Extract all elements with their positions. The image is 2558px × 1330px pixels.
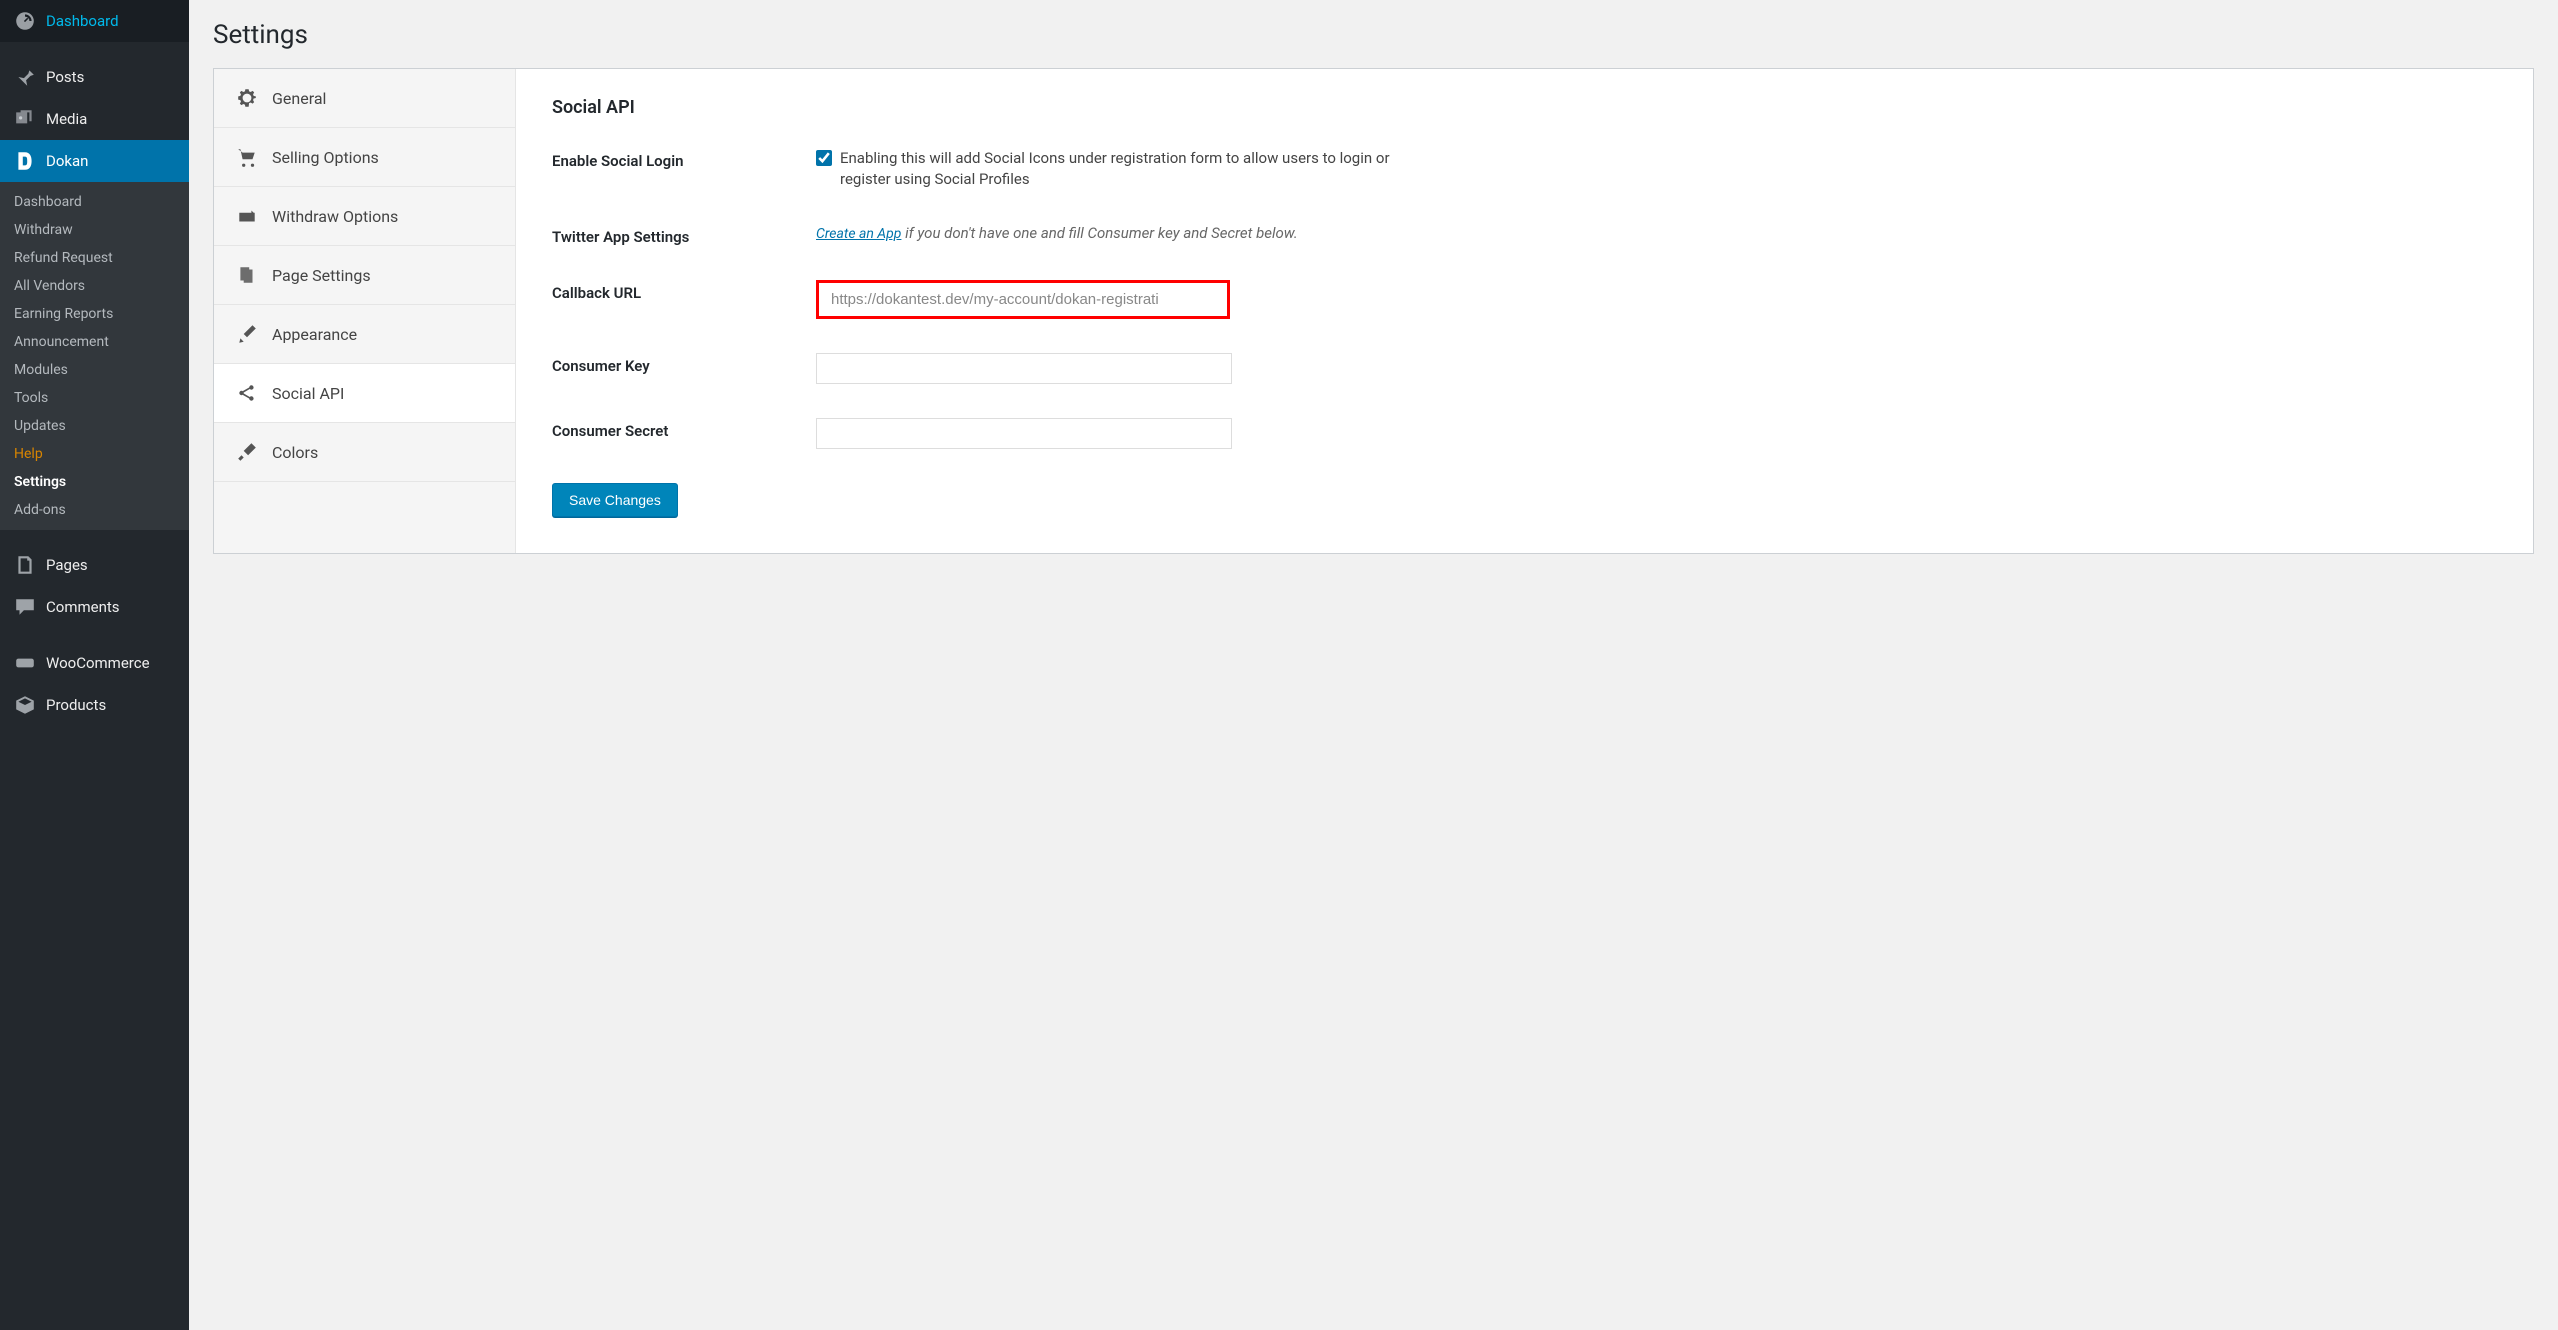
sidebar-item-comments[interactable]: Comments [0, 586, 189, 628]
share-icon [236, 382, 258, 404]
gear-icon [236, 87, 258, 109]
submenu-item-updates[interactable]: Updates [0, 412, 189, 440]
field-twitter-settings: Twitter App Settings Create an App if yo… [552, 224, 2497, 246]
sidebar-item-media[interactable]: Media [0, 98, 189, 140]
tab-label: Selling Options [272, 148, 379, 167]
sidebar-item-label: Comments [46, 598, 120, 616]
woocommerce-icon [14, 652, 36, 674]
sidebar-item-label: Dokan [46, 152, 88, 170]
tab-social[interactable]: Social API [214, 364, 515, 423]
twitter-hint: if you don't have one and fill Consumer … [901, 224, 1297, 242]
settings-tabs: General Selling Options Withdraw Options… [214, 69, 516, 553]
sidebar-item-label: Pages [46, 556, 88, 574]
tab-selling[interactable]: Selling Options [214, 128, 515, 187]
submenu-item-withdraw[interactable]: Withdraw [0, 216, 189, 244]
dokan-submenu: Dashboard Withdraw Refund Request All Ve… [0, 182, 189, 530]
settings-panel: Social API Enable Social Login Enabling … [516, 69, 2533, 553]
tab-appearance[interactable]: Appearance [214, 305, 515, 364]
tab-label: Appearance [272, 325, 357, 344]
tab-page[interactable]: Page Settings [214, 246, 515, 305]
tab-colors[interactable]: Colors [214, 423, 515, 482]
panel-title: Social API [552, 97, 2497, 118]
submenu-item-modules[interactable]: Modules [0, 356, 189, 384]
consumer-secret-input[interactable] [816, 418, 1232, 449]
sidebar-item-label: Posts [46, 68, 84, 86]
field-consumer-key: Consumer Key [552, 353, 2497, 384]
enable-social-checkbox[interactable] [816, 150, 832, 166]
callback-highlight [816, 280, 1230, 319]
field-label: Twitter App Settings [552, 224, 816, 246]
settings-container: General Selling Options Withdraw Options… [213, 68, 2534, 554]
field-label: Callback URL [552, 280, 816, 302]
sidebar-item-dashboard[interactable]: Dashboard [0, 0, 189, 42]
brush-icon [236, 323, 258, 345]
tab-label: Withdraw Options [272, 207, 398, 226]
field-enable-social: Enable Social Login Enabling this will a… [552, 148, 2497, 190]
submenu-item-tools[interactable]: Tools [0, 384, 189, 412]
media-icon [14, 108, 36, 130]
page-icon [14, 554, 36, 576]
submenu-item-addons[interactable]: Add-ons [0, 496, 189, 524]
sidebar-item-label: WooCommerce [46, 654, 150, 672]
box-icon [14, 694, 36, 716]
field-label: Consumer Key [552, 353, 816, 375]
field-consumer-secret: Consumer Secret [552, 418, 2497, 449]
comment-icon [14, 596, 36, 618]
enable-social-checkbox-label[interactable]: Enabling this will add Social Icons unde… [816, 148, 2497, 190]
enable-social-description: Enabling this will add Social Icons unde… [840, 148, 1440, 190]
submenu-item-settings[interactable]: Settings [0, 468, 189, 496]
tab-label: Colors [272, 443, 318, 462]
sidebar-item-dokan[interactable]: Dokan [0, 140, 189, 182]
page-title: Settings [213, 20, 2534, 50]
callback-url-input[interactable] [821, 285, 1225, 314]
pin-icon [14, 66, 36, 88]
sidebar-item-label: Dashboard [46, 12, 119, 30]
submenu-item-dashboard[interactable]: Dashboard [0, 188, 189, 216]
cart-icon [236, 146, 258, 168]
submenu-item-vendors[interactable]: All Vendors [0, 272, 189, 300]
sidebar-item-products[interactable]: Products [0, 684, 189, 726]
sidebar-item-woocommerce[interactable]: WooCommerce [0, 642, 189, 684]
tab-general[interactable]: General [214, 69, 515, 128]
main-content: Settings General Selling Options Withdra… [189, 0, 2558, 1330]
tab-label: Social API [272, 384, 344, 403]
consumer-key-input[interactable] [816, 353, 1232, 384]
sidebar-item-label: Media [46, 110, 87, 128]
sidebar-item-posts[interactable]: Posts [0, 56, 189, 98]
sidebar-item-label: Products [46, 696, 106, 714]
submenu-item-earning[interactable]: Earning Reports [0, 300, 189, 328]
sidebar-item-pages[interactable]: Pages [0, 544, 189, 586]
submenu-item-help[interactable]: Help [0, 440, 189, 468]
field-callback-url: Callback URL [552, 280, 2497, 319]
submenu-item-announcement[interactable]: Announcement [0, 328, 189, 356]
field-label: Consumer Secret [552, 418, 816, 440]
create-app-link[interactable]: Create an App [816, 226, 901, 242]
field-label: Enable Social Login [552, 148, 816, 170]
admin-sidebar: Dashboard Posts Media Dokan Dashboard Wi… [0, 0, 189, 1330]
tab-label: General [272, 89, 326, 108]
submenu-item-refund[interactable]: Refund Request [0, 244, 189, 272]
tab-withdraw[interactable]: Withdraw Options [214, 187, 515, 246]
dokan-logo-icon [14, 150, 36, 172]
save-changes-button[interactable]: Save Changes [552, 483, 678, 517]
tab-label: Page Settings [272, 266, 371, 285]
withdraw-icon [236, 205, 258, 227]
gauge-icon [14, 10, 36, 32]
pages-icon [236, 264, 258, 286]
paintbrush-icon [236, 441, 258, 463]
